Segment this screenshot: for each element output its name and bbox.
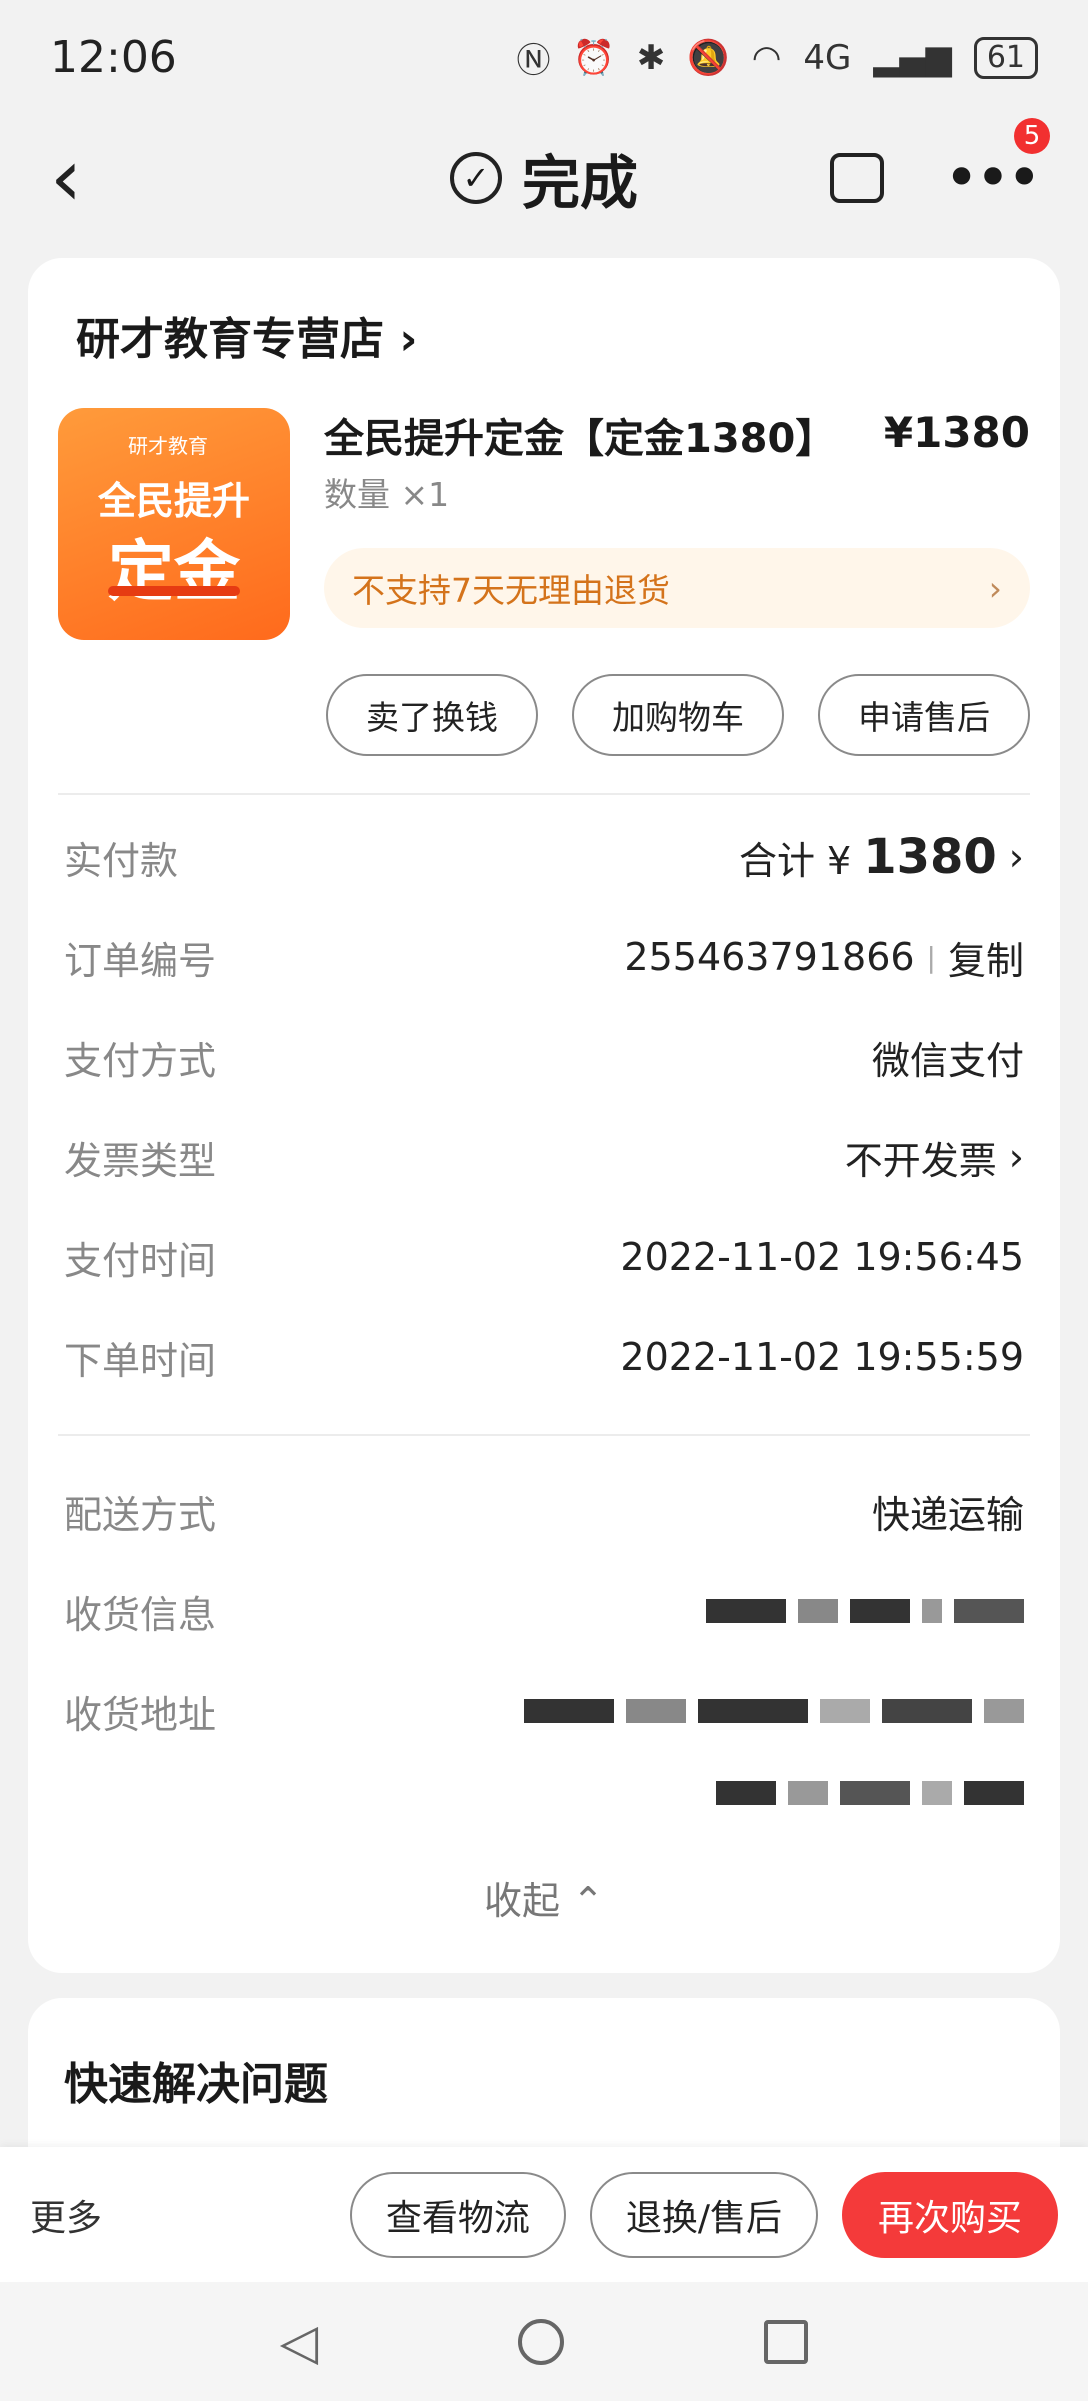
status-icons: Ⓝ ⏰ ✱ 🔕 ◠ 4G ▂▄▆ 61 [517,33,1038,82]
rebuy-button[interactable]: 再次购买 [841,2171,1058,2258]
more-icon[interactable]: ••• 5 [944,117,1050,208]
invoice-row[interactable]: 发票类型 不开发票 › [64,1122,1024,1192]
mute-icon: 🔕 [687,37,730,78]
signal-icon: ▂▄▆ [873,37,952,78]
pay-time-label: 支付时间 [64,1238,217,1283]
address-row-2 [64,1758,1024,1828]
address-label: 收货地址 [64,1692,217,1737]
product-image-bar [108,586,240,596]
pay-time-row: 支付时间 2022-11-02 19:56:45 [64,1222,1024,1292]
clock: 12:06 [50,32,177,83]
back-arrow-icon[interactable]: ‹ [50,137,130,218]
pay-method-label: 支付方式 [64,1038,217,1083]
delivery-label: 配送方式 [64,1492,217,1537]
delivery-row: 配送方式 快递运输 [64,1476,1024,1546]
order-number-row: 订单编号 255463791866 | 复制 [64,922,1024,992]
paid-amount: 1380 [863,829,997,885]
receiver-row: 收货信息 [64,1576,1024,1646]
nav-bar: ‹ ✓ 完成 ••• 5 [0,115,1088,240]
bluetooth-icon: ✱ [636,37,666,78]
receiver-label: 收货信息 [64,1592,217,1637]
order-card: 研才教育专营店 › 研才教育 全民提升 定金 全民提升定金【定金1380】 ¥1… [28,258,1060,1973]
product-quantity: 数量 ×1 [324,475,450,514]
product-image-line1: 全民提升 [97,479,250,523]
divider [58,1434,1030,1436]
pay-time: 2022-11-02 19:56:45 [620,1235,1024,1279]
order-number: 255463791866 [624,935,915,979]
network-label: 4G [803,37,852,78]
paid-row[interactable]: 实付款 合计 ¥1380 › [64,822,1024,892]
separator: | [926,940,936,974]
chevron-right-icon: › [399,314,418,365]
add-to-cart-button[interactable]: 加购物车 [572,674,784,756]
check-circle-icon: ✓ [449,151,502,204]
divider [58,793,1030,795]
receiver-info-redacted [706,1599,1024,1623]
order-number-label: 订单编号 [64,938,217,983]
battery-icon: 61 [973,36,1038,79]
paid-label: 实付款 [64,838,179,883]
collapse-toggle[interactable]: 收起 ⌃ [28,1870,1060,1925]
address-redacted-2 [716,1781,1024,1805]
shop-name-link[interactable]: 研才教育专营店 › [76,303,417,367]
after-sale-button[interactable]: 申请售后 [818,674,1030,756]
order-time-label: 下单时间 [64,1338,217,1383]
product-price: ¥1380 [883,408,1030,457]
chevron-right-icon: › [988,568,1002,608]
product-name[interactable]: 全民提升定金【定金1380】 [324,406,835,464]
alarm-icon: ⏰ [572,37,615,78]
quick-help-title: 快速解决问题 [64,2059,328,2110]
shop-name: 研才教育专营店 [76,314,384,365]
return-policy-text: 不支持7天无理由退货 [352,571,670,610]
address-row: 收货地址 [64,1676,1024,1746]
order-time: 2022-11-02 19:55:59 [620,1335,1024,1379]
order-time-row: 下单时间 2022-11-02 19:55:59 [64,1322,1024,1392]
product-image-line2: 定金 [108,533,240,610]
wifi-icon: ◠ [751,37,782,78]
return-button[interactable]: 退换/售后 [589,2171,818,2258]
pay-method: 微信支付 [871,1038,1024,1083]
address-redacted [524,1699,1024,1723]
invoice-label: 发票类型 [64,1138,217,1183]
sell-button[interactable]: 卖了换钱 [326,674,538,756]
notification-badge: 5 [1014,117,1050,154]
page-title-text: 完成 [521,148,638,217]
bottom-action-bar: 更多 查看物流 退换/售后 再次购买 [0,2147,1088,2282]
pay-method-row: 支付方式 微信支付 [64,1022,1024,1092]
chevron-right-icon: › [1008,1135,1024,1179]
paid-prefix: 合计 ¥ [738,838,852,883]
return-policy-notice[interactable]: 不支持7天无理由退货 › [324,548,1030,628]
share-icon[interactable] [829,152,884,203]
copy-button[interactable]: 复制 [948,930,1024,985]
nav-home-icon[interactable] [518,2318,565,2365]
delivery-method: 快递运输 [871,1492,1024,1537]
status-bar: 12:06 Ⓝ ⏰ ✱ 🔕 ◠ 4G ▂▄▆ 61 [0,0,1088,115]
nav-recents-icon[interactable] [764,2319,809,2364]
collapse-label: 收起 [484,1879,561,1923]
view-logistics-button[interactable]: 查看物流 [349,2171,566,2258]
chevron-right-icon: › [1008,835,1024,879]
product-actions: 卖了换钱 加购物车 申请售后 [326,674,1030,756]
nav-back-icon[interactable]: ◁ [280,2313,318,2371]
product-image[interactable]: 研才教育 全民提升 定金 [58,408,290,640]
system-nav-bar: ◁ [0,2282,1088,2401]
nfc-icon: Ⓝ [516,41,551,81]
chevron-up-icon: ⌃ [572,1879,604,1923]
more-button[interactable]: 更多 [30,2189,102,2241]
product-image-brand: 研才教育 [128,434,208,458]
invoice-type: 不开发票 [844,1138,997,1183]
